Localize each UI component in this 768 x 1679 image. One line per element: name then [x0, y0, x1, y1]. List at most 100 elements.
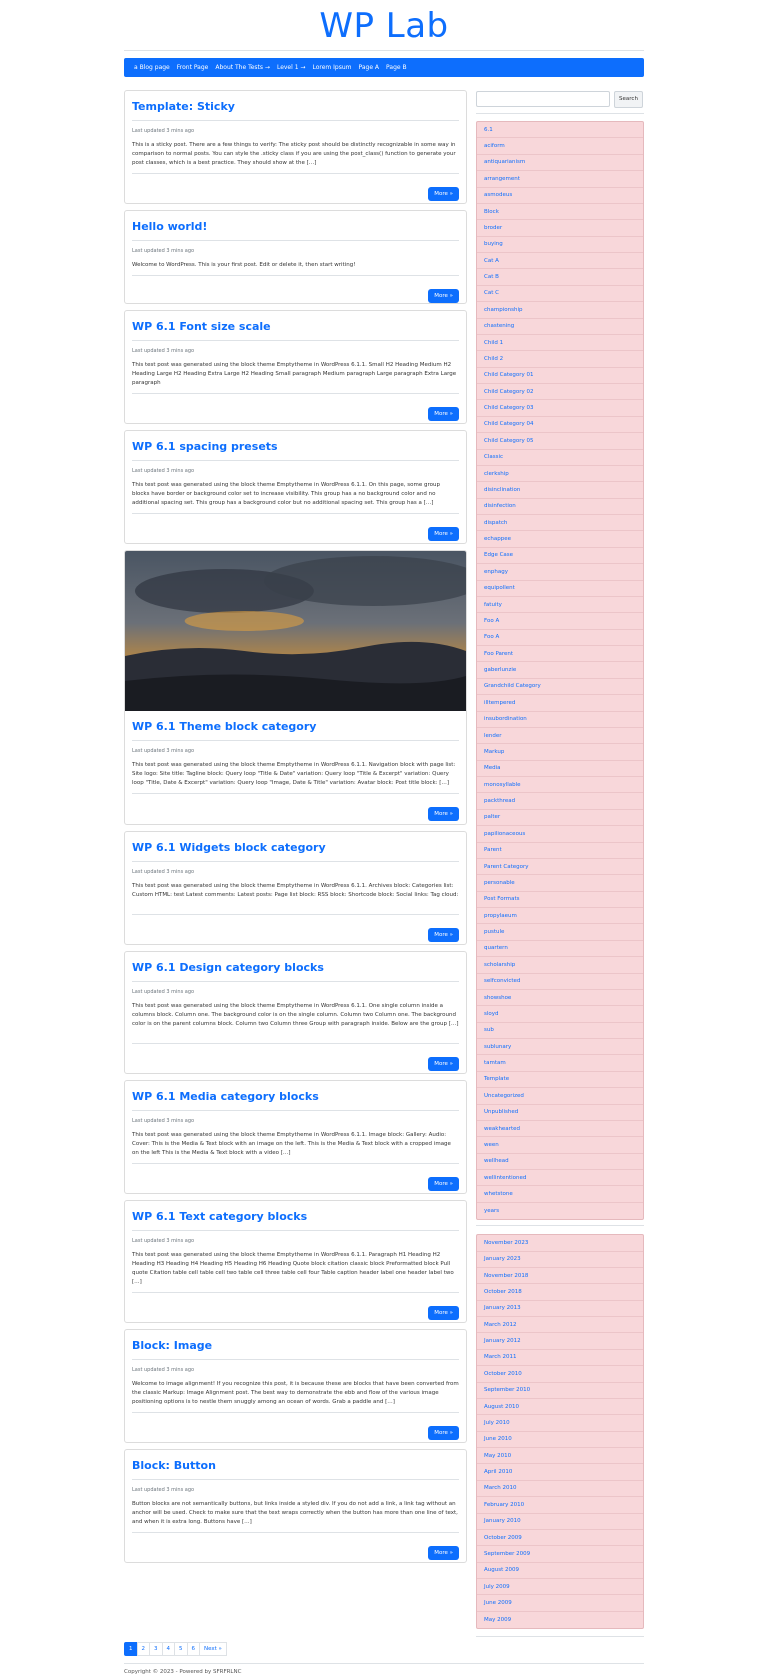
category-link[interactable]: Unpublished	[477, 1105, 643, 1121]
category-link[interactable]: sublunary	[477, 1039, 643, 1056]
archive-link[interactable]: April 2010	[477, 1464, 643, 1481]
category-link[interactable]: tamtam	[477, 1055, 643, 1072]
archive-link[interactable]: May 2009	[477, 1612, 643, 1628]
category-link[interactable]: Child Category 02	[477, 384, 643, 401]
archive-link[interactable]: July 2009	[477, 1579, 643, 1596]
category-link[interactable]: lender	[477, 728, 643, 745]
category-link[interactable]: Child Category 01	[477, 368, 643, 384]
archive-link[interactable]: March 2011	[477, 1350, 643, 1367]
category-link[interactable]: pustule	[477, 924, 643, 941]
category-link[interactable]: asmodeus	[477, 188, 643, 204]
category-link[interactable]: gaberlunzie	[477, 662, 643, 679]
nav-item-page-a[interactable]: Page A	[359, 64, 380, 71]
archive-link[interactable]: March 2012	[477, 1317, 643, 1334]
post-title[interactable]: WP 6.1 Text category blocks	[132, 1210, 459, 1224]
archive-link[interactable]: January 2010	[477, 1514, 643, 1530]
category-link[interactable]: selfconvicted	[477, 974, 643, 990]
category-link[interactable]: Child Category 04	[477, 417, 643, 434]
archive-link[interactable]: February 2010	[477, 1497, 643, 1514]
archive-link[interactable]: September 2009	[477, 1546, 643, 1563]
archive-link[interactable]: January 2012	[477, 1333, 643, 1350]
category-link[interactable]: wellhead	[477, 1154, 643, 1170]
more-button[interactable]: More »	[428, 187, 459, 201]
post-title[interactable]: WP 6.1 Design category blocks	[132, 961, 459, 975]
archive-link[interactable]: May 2010	[477, 1448, 643, 1465]
category-link[interactable]: insubordination	[477, 712, 643, 728]
more-button[interactable]: More »	[428, 407, 459, 421]
category-link[interactable]: championship	[477, 302, 643, 319]
category-link[interactable]: Cat C	[477, 286, 643, 303]
category-link[interactable]: Edge Case	[477, 548, 643, 565]
category-link[interactable]: broder	[477, 220, 643, 237]
nav-item-about-the-tests[interactable]: About The Tests →	[215, 64, 270, 71]
category-link[interactable]: Cat B	[477, 269, 643, 286]
category-link[interactable]: propylaeum	[477, 908, 643, 925]
category-link[interactable]: buying	[477, 237, 643, 253]
page-link-3[interactable]: 3	[149, 1642, 163, 1656]
search-input[interactable]	[476, 91, 610, 107]
more-button[interactable]: More »	[428, 1306, 459, 1320]
more-button[interactable]: More »	[428, 928, 459, 942]
archive-link[interactable]: January 2013	[477, 1301, 643, 1317]
category-link[interactable]: Foo A	[477, 630, 643, 646]
category-link[interactable]: Template	[477, 1072, 643, 1089]
archive-link[interactable]: June 2010	[477, 1432, 643, 1448]
site-title[interactable]: WP Lab	[0, 6, 768, 46]
category-link[interactable]: Uncategorized	[477, 1088, 643, 1105]
page-link-6[interactable]: 6	[186, 1642, 200, 1656]
post-title[interactable]: WP 6.1 spacing presets	[132, 440, 459, 454]
next-page-link[interactable]: Next »	[199, 1642, 227, 1656]
category-link[interactable]: monosyllable	[477, 777, 643, 794]
more-button[interactable]: More »	[428, 1426, 459, 1440]
archive-link[interactable]: January 2023	[477, 1252, 643, 1268]
nav-item-front-page[interactable]: Front Page	[177, 64, 209, 71]
post-title[interactable]: WP 6.1 Media category blocks	[132, 1090, 459, 1104]
page-link-1[interactable]: 1	[124, 1642, 138, 1656]
category-link[interactable]: Foo Parent	[477, 646, 643, 663]
category-link[interactable]: antiquarianism	[477, 155, 643, 172]
category-link[interactable]: Cat A	[477, 253, 643, 270]
archive-link[interactable]: July 2010	[477, 1415, 643, 1432]
archive-link[interactable]: October 2018	[477, 1284, 643, 1301]
category-link[interactable]: papilionaceous	[477, 826, 643, 843]
category-link[interactable]: Foo A	[477, 613, 643, 630]
category-link[interactable]: sub	[477, 1023, 643, 1039]
category-link[interactable]: Media	[477, 761, 643, 777]
archive-link[interactable]: October 2010	[477, 1366, 643, 1383]
category-link[interactable]: years	[477, 1203, 643, 1219]
archive-link[interactable]: June 2009	[477, 1595, 643, 1612]
post-title[interactable]: WP 6.1 Theme block category	[132, 720, 459, 734]
search-button[interactable]: Search	[614, 90, 643, 108]
category-link[interactable]: Block	[477, 204, 643, 221]
nav-item-page-b[interactable]: Page B	[386, 64, 407, 71]
category-link[interactable]: Parent	[477, 843, 643, 859]
more-button[interactable]: More »	[428, 1057, 459, 1071]
category-link[interactable]: arrangement	[477, 171, 643, 188]
archive-link[interactable]: November 2018	[477, 1268, 643, 1285]
category-link[interactable]: quartern	[477, 941, 643, 958]
category-link[interactable]: showshoe	[477, 990, 643, 1007]
more-button[interactable]: More »	[428, 1177, 459, 1191]
nav-item-blog-page[interactable]: a Blog page	[134, 64, 170, 71]
page-link-2[interactable]: 2	[136, 1642, 150, 1656]
archive-link[interactable]: October 2009	[477, 1530, 643, 1547]
category-link[interactable]: packthread	[477, 793, 643, 810]
page-link-5[interactable]: 5	[174, 1642, 188, 1656]
category-link[interactable]: wellintentioned	[477, 1170, 643, 1187]
category-link[interactable]: illtempered	[477, 695, 643, 712]
category-link[interactable]: Parent Category	[477, 859, 643, 876]
category-link[interactable]: ween	[477, 1137, 643, 1154]
nav-item-level-1[interactable]: Level 1 →	[277, 64, 306, 71]
archive-link[interactable]: September 2010	[477, 1383, 643, 1399]
category-link[interactable]: clerkship	[477, 466, 643, 483]
category-link[interactable]: Markup	[477, 744, 643, 761]
category-link[interactable]: dispatch	[477, 515, 643, 532]
category-link[interactable]: whetstone	[477, 1186, 643, 1203]
category-link[interactable]: Child 1	[477, 335, 643, 352]
category-link[interactable]: palter	[477, 810, 643, 827]
post-title[interactable]: Block: Image	[132, 1339, 459, 1353]
post-featured-image[interactable]	[125, 551, 466, 711]
post-title[interactable]: Template: Sticky	[132, 100, 459, 114]
nav-item-lorem-ipsum[interactable]: Lorem Ipsum	[312, 64, 351, 71]
archive-link[interactable]: August 2010	[477, 1399, 643, 1416]
